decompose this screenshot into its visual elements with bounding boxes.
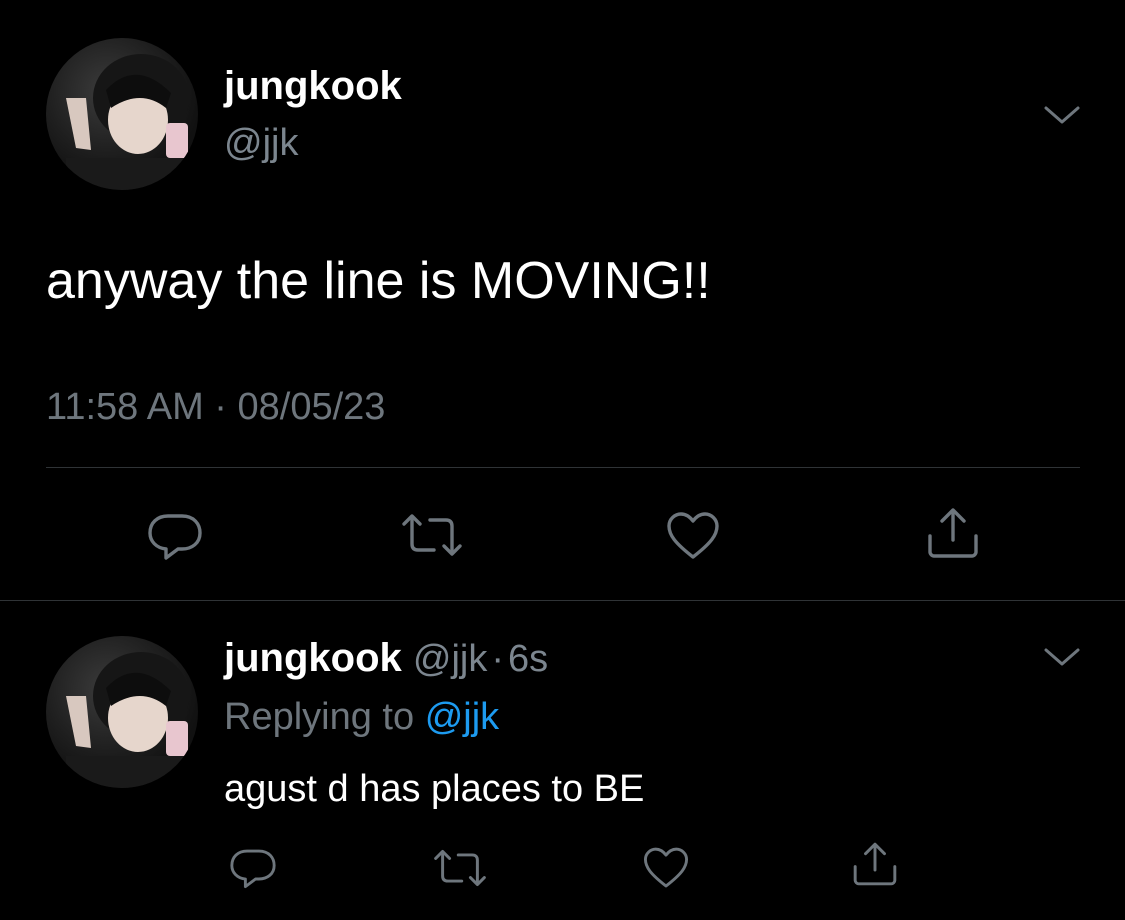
tweet-text: agust d has places to BE	[224, 768, 645, 810]
replying-prefix: Replying to	[224, 696, 415, 738]
replying-handle-link[interactable]: @jjk	[425, 696, 499, 738]
share-icon[interactable]	[924, 506, 982, 560]
chevron-down-icon[interactable]	[1040, 100, 1084, 130]
author-name[interactable]: jungkook	[224, 636, 402, 680]
author-name[interactable]: jungkook	[224, 62, 402, 110]
retweet-icon[interactable]	[432, 848, 488, 888]
section-divider	[0, 600, 1125, 601]
separator: ·	[491, 638, 505, 680]
author-handle[interactable]: @jjk	[224, 120, 298, 166]
tweet-timestamp[interactable]: 11:58 AM · 08/05/23	[46, 384, 385, 430]
like-icon[interactable]	[665, 511, 721, 561]
retweet-icon[interactable]	[400, 512, 464, 558]
share-icon[interactable]	[850, 840, 900, 888]
replying-to: Replying to @jjk	[224, 694, 499, 740]
avatar[interactable]	[46, 38, 198, 190]
like-icon[interactable]	[642, 846, 690, 890]
reply-icon[interactable]	[228, 846, 278, 890]
author-handle[interactable]: @jjk	[413, 638, 487, 680]
reply-icon[interactable]	[146, 510, 204, 562]
reply-header: jungkook @jjk · 6s	[224, 634, 548, 683]
divider	[46, 467, 1080, 468]
avatar[interactable]	[46, 636, 198, 788]
tweet-text: anyway the line is MOVING!!	[46, 252, 711, 310]
chevron-down-icon[interactable]	[1040, 642, 1084, 672]
time-ago[interactable]: 6s	[508, 638, 548, 680]
